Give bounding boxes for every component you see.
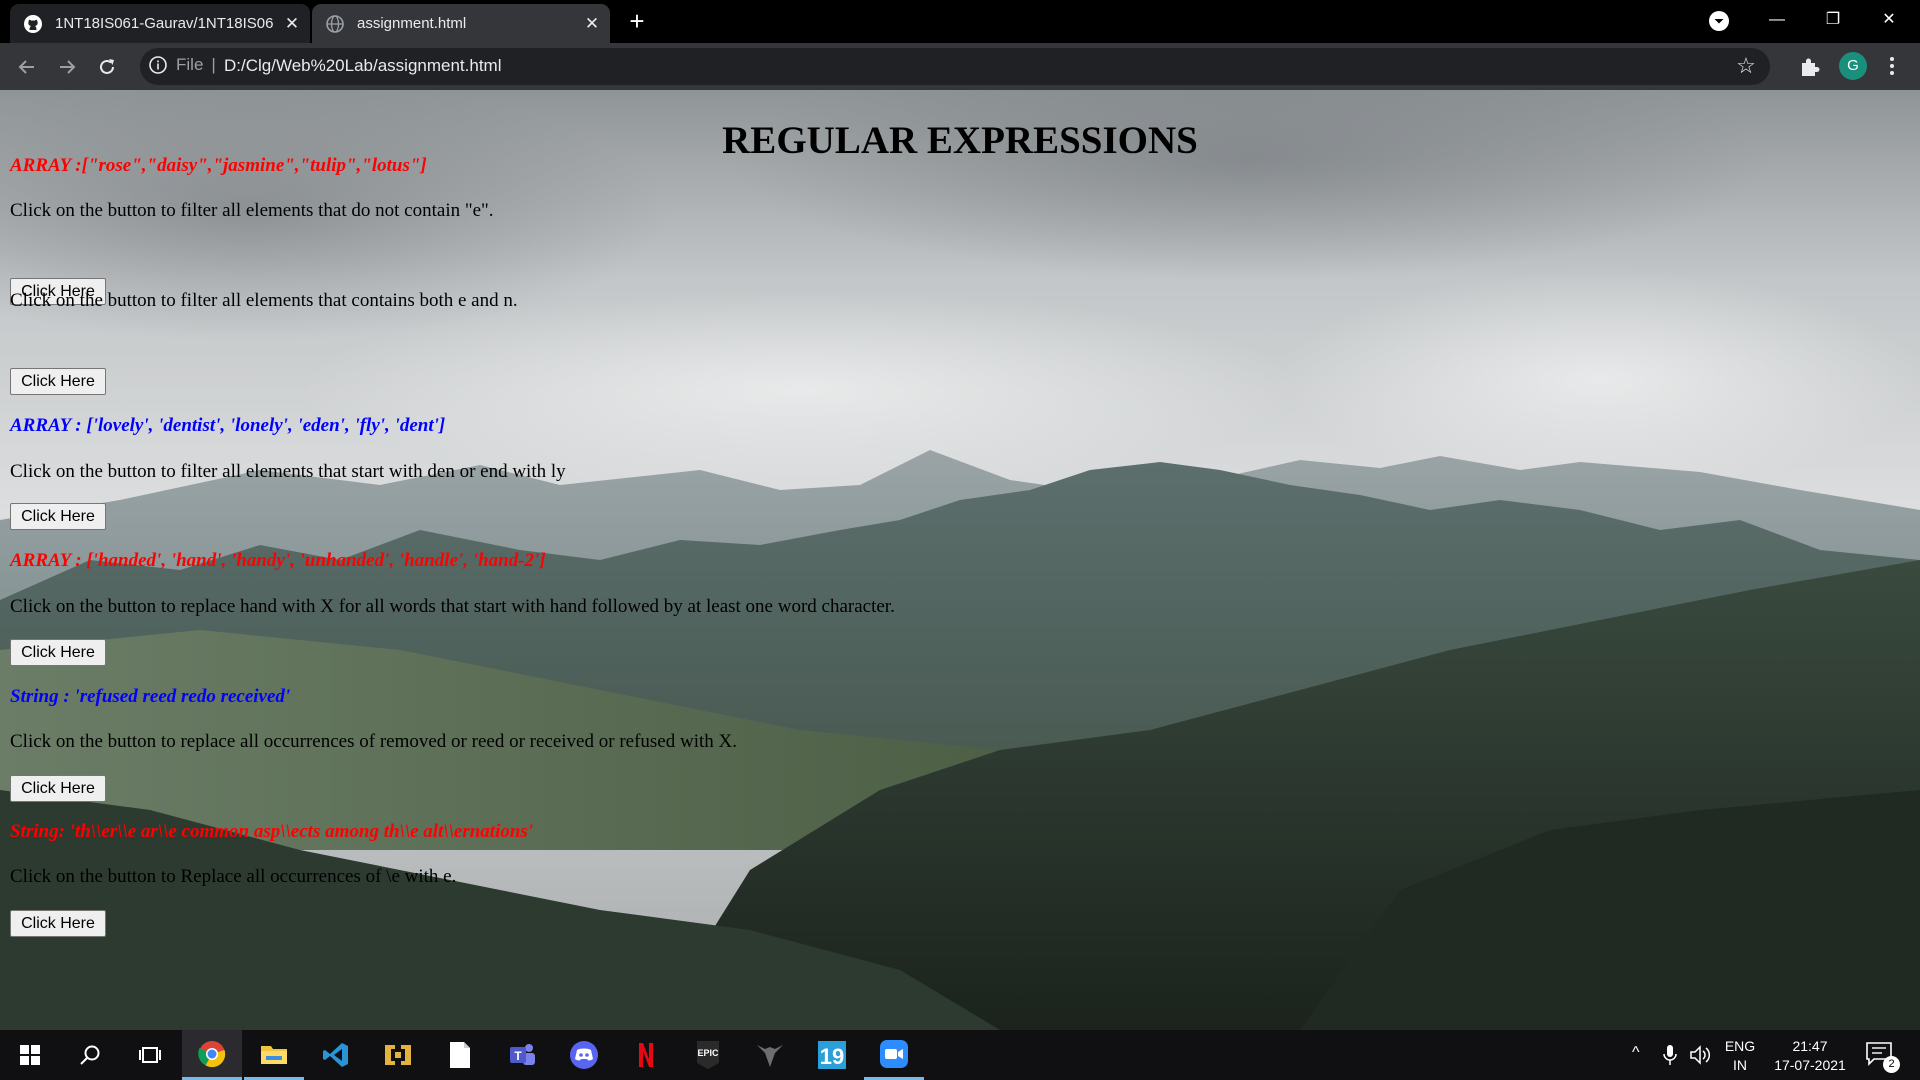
input-language-indicator[interactable]: ENG IN [1720, 1037, 1760, 1075]
language-region: IN [1733, 1057, 1747, 1073]
svg-text:19: 19 [820, 1044, 844, 1069]
task-description-replace-reed: Click on the button to replace all occur… [10, 731, 737, 752]
url-text[interactable]: D:/Clg/Web%20Lab/assignment.html [224, 56, 502, 76]
forward-button[interactable] [52, 52, 82, 82]
notification-center-icon[interactable]: 2 [1866, 1042, 1900, 1073]
address-bar[interactable]: File | D:/Clg/Web%20Lab/assignment.html … [140, 48, 1770, 85]
game-app-icon[interactable] [368, 1030, 428, 1080]
taskbar-clock[interactable]: 21:47 17-07-2021 [1760, 1037, 1860, 1075]
site-label: File [176, 55, 204, 74]
page-viewport: REGULAR EXPRESSIONS ARRAY :["rose","dais… [0, 90, 1920, 1030]
epic-games-icon[interactable]: EPIC [678, 1030, 738, 1080]
restore-button[interactable]: ❐ [1810, 0, 1856, 40]
task-view-icon[interactable] [120, 1030, 180, 1080]
bookmark-star-icon[interactable]: ☆ [1734, 54, 1758, 78]
tab-assignment[interactable]: assignment.html ✕ [312, 4, 610, 43]
minimize-button[interactable]: — [1754, 0, 1800, 40]
array-label-flowers: ARRAY :["rose","daisy","jasmine","tulip"… [10, 155, 427, 176]
speaker-icon[interactable] [1689, 1044, 1713, 1066]
filter-e-and-n-button[interactable]: Click Here [10, 368, 106, 395]
microphone-icon[interactable] [1663, 1044, 1677, 1066]
teams-icon[interactable]: T [492, 1030, 552, 1080]
reload-icon [100, 59, 114, 74]
tab-github[interactable]: 1NT18IS061-Gaurav/1NT18IS061_ ✕ [10, 4, 310, 43]
clock-time: 21:47 [1792, 1038, 1828, 1054]
reload-button[interactable] [92, 52, 122, 82]
replace-reed-button[interactable]: Click Here [10, 775, 106, 802]
array-label-hand: ARRAY : ['handed', 'hand', 'handy', 'unh… [10, 550, 546, 571]
filter-den-ly-button[interactable]: Click Here [10, 503, 106, 530]
svg-text:EPIC: EPIC [697, 1048, 719, 1058]
back-arrow-icon [18, 60, 34, 74]
netflix-icon[interactable] [616, 1030, 676, 1080]
more-menu-icon[interactable] [1882, 55, 1902, 77]
chrome-icon[interactable] [182, 1030, 242, 1080]
tab-title: assignment.html [357, 15, 467, 32]
clock-date: 17-07-2021 [1774, 1057, 1846, 1073]
close-window-button[interactable]: ✕ [1866, 0, 1912, 40]
discord-icon[interactable] [554, 1030, 614, 1080]
profile-avatar[interactable]: G [1839, 52, 1867, 80]
replace-hand-button[interactable]: Click Here [10, 639, 106, 666]
array-label-words: ARRAY : ['lovely', 'dentist', 'lonely', … [10, 415, 446, 436]
task-description-replace-backslash-e: Click on the button to Replace all occur… [10, 866, 457, 887]
new-tab-button[interactable]: + [624, 8, 650, 34]
windows-start-icon[interactable] [0, 1030, 60, 1080]
close-tab-icon[interactable]: ✕ [582, 14, 602, 34]
file-explorer-icon[interactable] [244, 1030, 304, 1080]
task-description-e-and-n: Click on the button to filter all elemen… [10, 290, 518, 311]
string-label-refused: String : 'refused reed redo received' [10, 686, 291, 707]
globe-icon [325, 14, 345, 34]
browser-toolbar: File | D:/Clg/Web%20Lab/assignment.html … [0, 43, 1920, 90]
string-label-backslash: String: 'th\\er\\e ar\\e common asp\\ect… [10, 821, 534, 842]
tab-title: 1NT18IS061-Gaurav/1NT18IS061_ [55, 15, 273, 32]
back-button[interactable] [12, 52, 42, 82]
zoom-icon[interactable] [864, 1030, 924, 1080]
github-icon [23, 14, 43, 34]
replace-backslash-e-button[interactable]: Click Here [10, 910, 106, 937]
extensions-puzzle-icon[interactable] [1797, 54, 1823, 80]
task-description-no-e: Click on the button to filter all elemen… [10, 200, 494, 221]
browser-tab-strip: 1NT18IS061-Gaurav/1NT18IS061_ ✕ assignme… [0, 0, 1920, 43]
windows-taskbar: T EPIC 19 ^ ENG IN 21:47 17-07-2021 2 [0, 1030, 1920, 1080]
notepad-icon[interactable] [430, 1030, 490, 1080]
forward-arrow-icon [60, 60, 76, 74]
vscode-icon[interactable] [306, 1030, 366, 1080]
page-body: REGULAR EXPRESSIONS ARRAY :["rose","dais… [0, 90, 1920, 1030]
svg-text:T: T [514, 1049, 522, 1063]
search-icon[interactable] [60, 1030, 120, 1080]
close-tab-icon[interactable]: ✕ [282, 14, 302, 34]
tab-search-icon[interactable] [1707, 9, 1731, 33]
task-description-den-ly: Click on the button to filter all elemen… [10, 461, 566, 482]
calendar-19-icon[interactable]: 19 [802, 1030, 862, 1080]
language-code: ENG [1724, 1038, 1756, 1054]
info-icon [149, 56, 167, 74]
notification-count-badge: 2 [1883, 1056, 1900, 1073]
predator-icon[interactable] [740, 1030, 800, 1080]
omnibox-separator: | [211, 55, 216, 74]
tray-chevron-icon[interactable]: ^ [1632, 1044, 1640, 1062]
task-description-replace-hand: Click on the button to replace hand with… [10, 596, 895, 617]
site-info-button[interactable]: File | [148, 55, 216, 75]
